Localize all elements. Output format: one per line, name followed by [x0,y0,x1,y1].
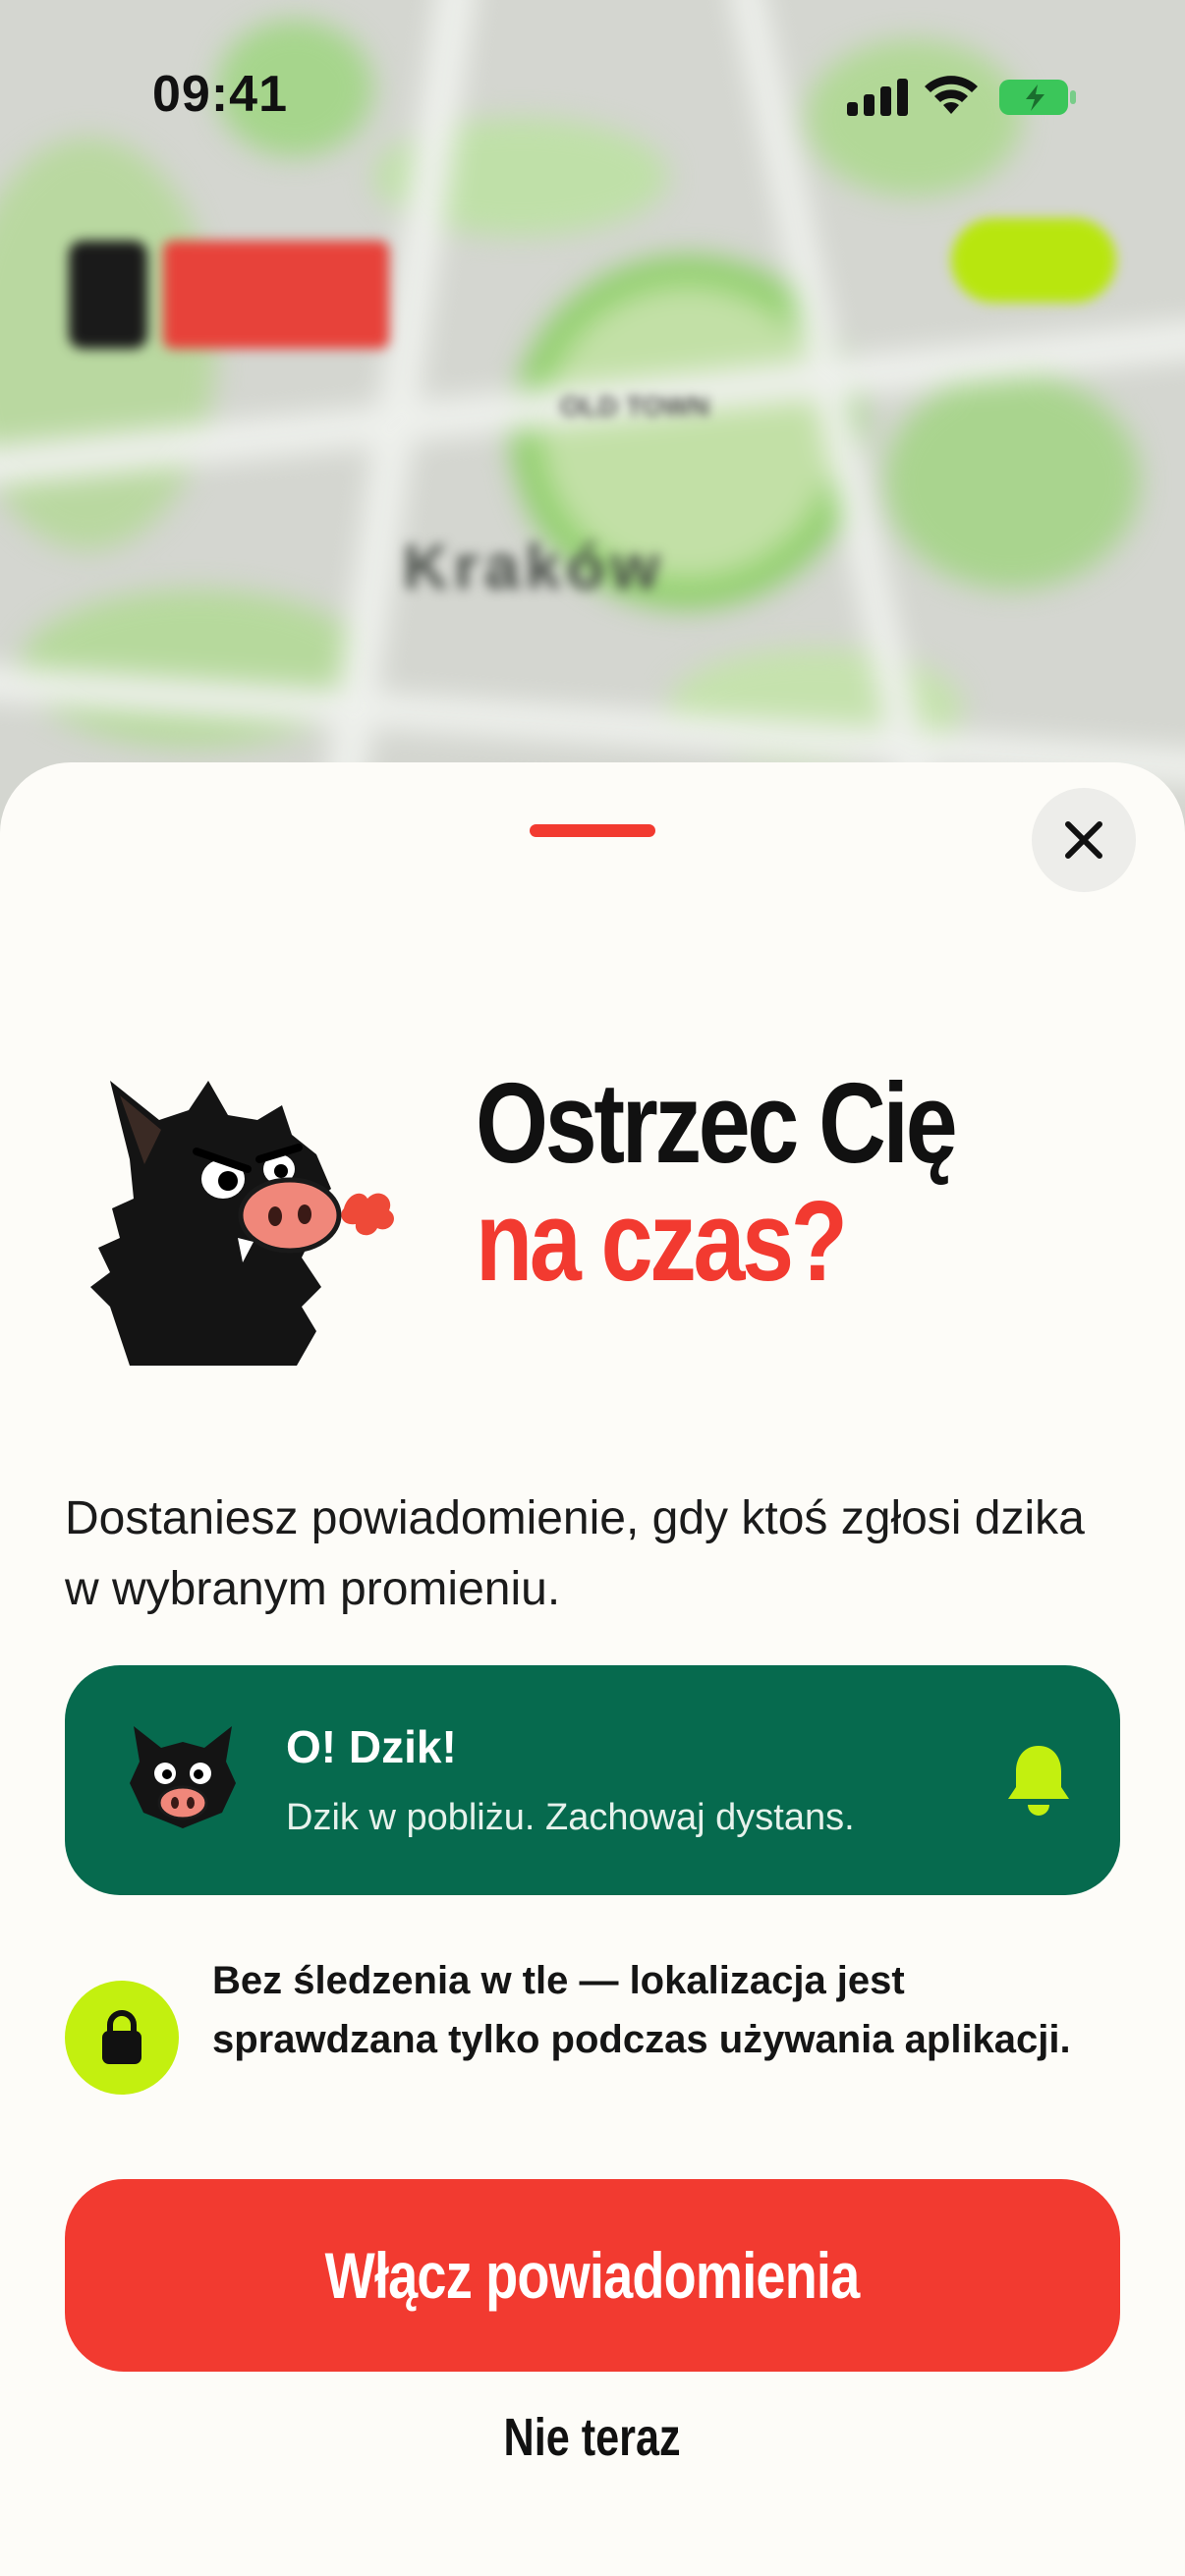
map-city-label: Kraków [403,532,666,602]
battery-charging-icon [999,80,1076,115]
wifi-icon [925,76,978,114]
notification-app-name: O! Dzik! [286,1721,457,1772]
notification-message: Dzik w pobliżu. Zachowaj dystans. [286,1797,855,1838]
boar-mascot-illustration [90,1081,394,1366]
close-button[interactable] [1032,788,1136,892]
app-boar-icon [130,1726,236,1828]
not-now-label: Nie teraz [503,2408,682,2467]
lock-badge [65,1981,179,2095]
status-time: 09:41 [152,66,288,123]
sheet-title-line-1: Ostrzec Cię [476,1059,958,1187]
close-icon [1065,821,1102,859]
map-action-pill [951,218,1116,303]
notification-preview-card: O! Dzik! Dzik w pobliżu. Zachowaj dystan… [65,1665,1120,1895]
cellular-signal-icon [847,77,908,116]
lock-icon [102,2010,141,2064]
sheet-drag-handle[interactable] [530,824,655,837]
privacy-note: Bez śledzenia w tle — lokalizacja jest s… [212,1959,1071,2061]
enable-notifications-label: Włącz powiadomienia [325,2239,861,2312]
map-app-logo [69,236,389,354]
bell-icon [1008,1746,1069,1816]
status-bar: 09:41 [0,0,1185,196]
sheet-title-line-2: na czas? [476,1177,848,1305]
enable-notifications-button[interactable]: Włącz powiadomienia [65,2179,1120,2372]
map-district-label: OLD TOWN [560,391,709,421]
not-now-button[interactable]: Nie teraz [445,2407,740,2468]
sheet-description: Dostaniesz powiadomienie, gdy ktoś zgłos… [65,1492,1085,1615]
